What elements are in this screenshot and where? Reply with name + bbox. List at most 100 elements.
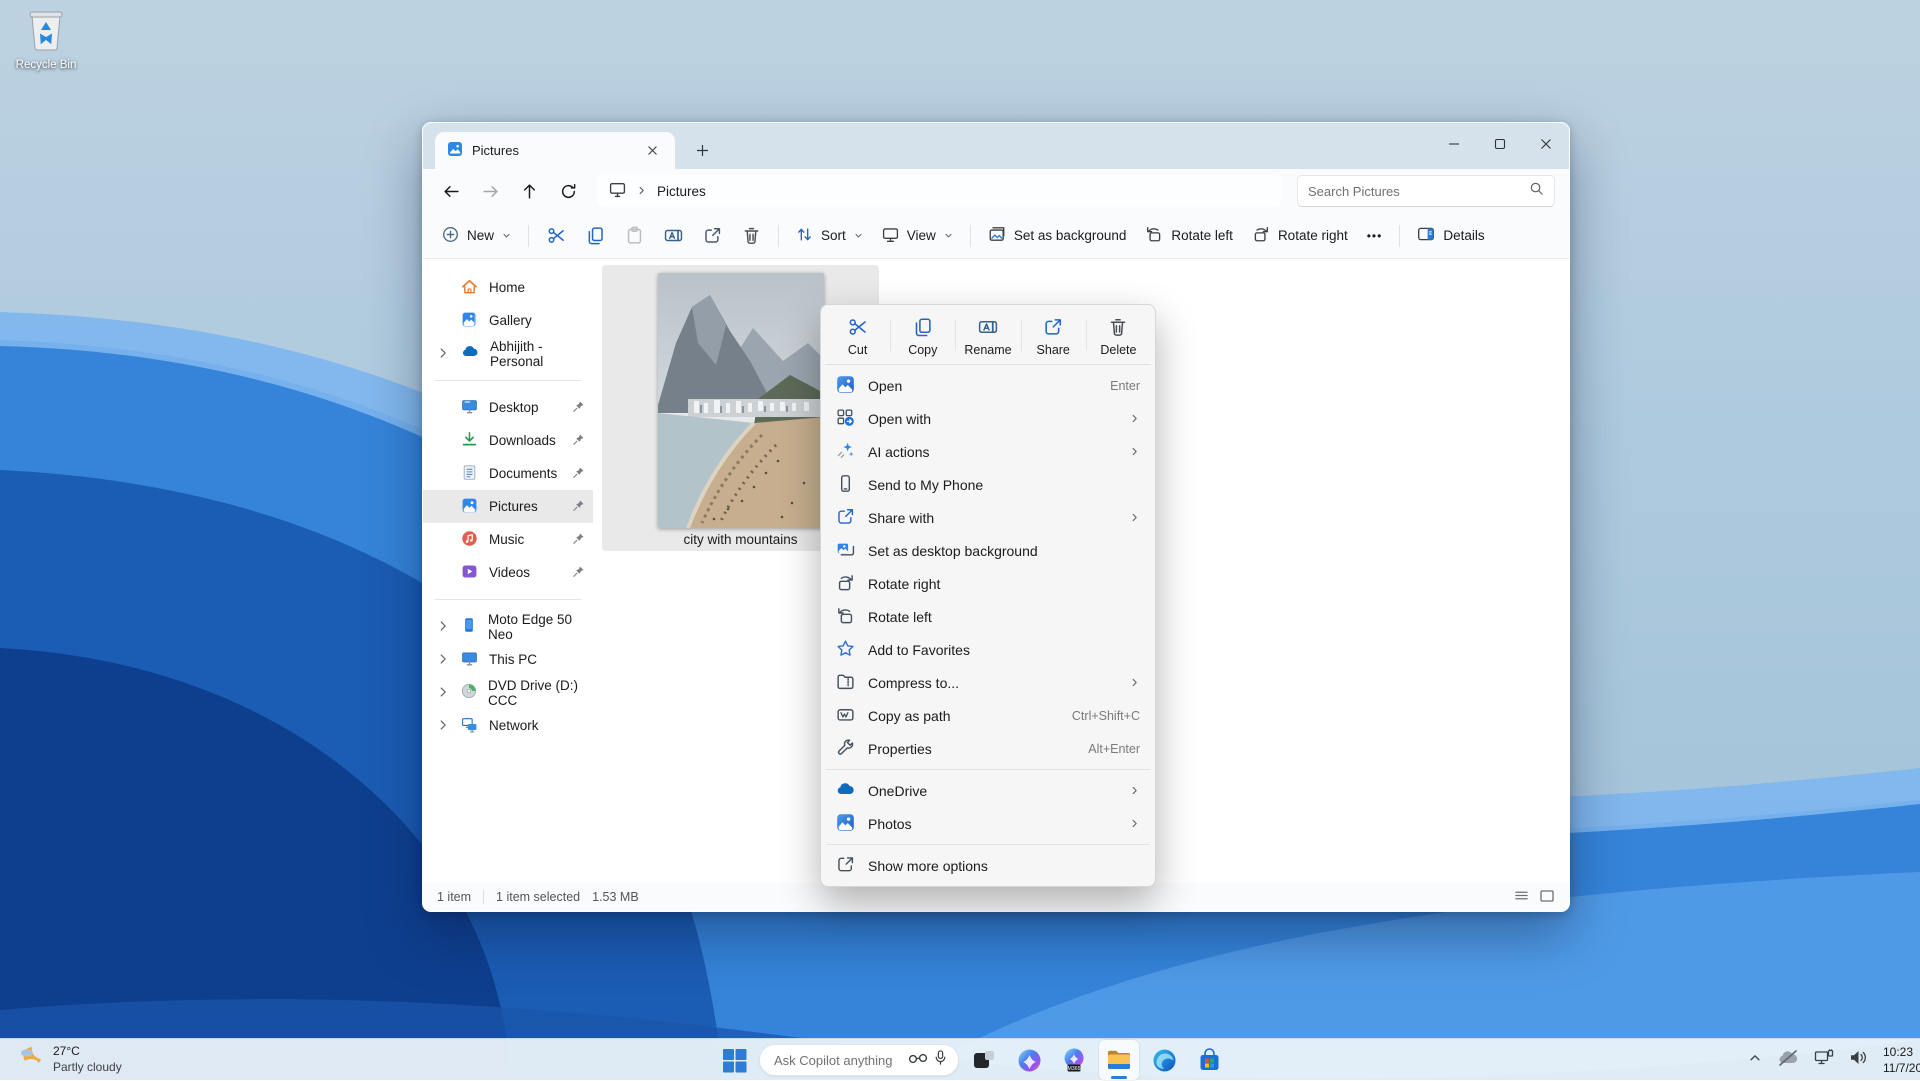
explorer-search[interactable]: [1297, 175, 1555, 207]
paste-button[interactable]: [615, 219, 653, 253]
desktop-background-icon: [836, 540, 855, 562]
new-button[interactable]: New: [433, 219, 520, 253]
onedrive-paused-icon[interactable]: [1777, 1050, 1799, 1071]
titlebar[interactable]: Pictures: [423, 123, 1569, 169]
details-button[interactable]: Details: [1408, 219, 1493, 253]
sidebar-item-pictures[interactable]: Pictures: [423, 490, 593, 523]
rotate-left-button[interactable]: Rotate left: [1136, 219, 1242, 253]
task-view-button[interactable]: [964, 1040, 1004, 1080]
menu-item-copy-as-path[interactable]: Copy as path Ctrl+Shift+C: [825, 699, 1151, 732]
sidebar-item-this-pc[interactable]: This PC: [423, 643, 593, 676]
breadcrumb-location[interactable]: Pictures: [657, 184, 706, 199]
sidebar-item-phone[interactable]: Moto Edge 50 Neo: [423, 610, 593, 643]
edge-button[interactable]: [1144, 1040, 1184, 1080]
rotate-right-button[interactable]: Rotate right: [1243, 219, 1357, 253]
cut-button[interactable]: [537, 219, 575, 253]
ai-sparkle-icon: [836, 441, 855, 463]
sidebar-item-videos[interactable]: Videos: [423, 556, 593, 589]
quick-copy-button[interactable]: Copy: [890, 309, 955, 364]
copy-button[interactable]: [576, 219, 614, 253]
up-button[interactable]: [511, 175, 548, 207]
menu-item-show-more-options[interactable]: Show more options: [825, 849, 1151, 882]
copy-path-icon: [836, 705, 855, 727]
file-explorer-button[interactable]: [1099, 1040, 1139, 1080]
chevron-right-icon: [436, 346, 450, 363]
menu-item-open-with[interactable]: Open with: [825, 402, 1151, 435]
microphone-icon[interactable]: [933, 1049, 948, 1071]
weather-widget[interactable]: 27°C Partly cloudy: [10, 1041, 128, 1079]
set-as-background-button[interactable]: Set as background: [979, 219, 1136, 253]
store-button[interactable]: [1189, 1040, 1229, 1080]
home-icon: [461, 278, 478, 298]
close-button[interactable]: [1523, 123, 1569, 165]
quick-cut-button[interactable]: Cut: [825, 309, 890, 364]
tab-close-button[interactable]: [639, 138, 665, 164]
quick-rename-button[interactable]: Rename: [955, 309, 1020, 364]
new-tab-button[interactable]: [687, 136, 717, 164]
star-icon: [836, 639, 855, 661]
rename-button[interactable]: [654, 219, 692, 253]
quick-delete-button[interactable]: Delete: [1086, 309, 1151, 364]
photos-app-icon: [836, 375, 855, 397]
taskbar: 27°C Partly cloudy M365: [0, 1038, 1920, 1080]
explorer-search-input[interactable]: [1308, 184, 1521, 199]
menu-item-add-to-favorites[interactable]: Add to Favorites: [825, 633, 1151, 666]
menu-item-ai-actions[interactable]: AI actions: [825, 435, 1151, 468]
quick-share-button[interactable]: Share: [1021, 309, 1086, 364]
dvd-disc-icon: [461, 683, 477, 702]
network-ethernet-icon[interactable]: [1814, 1049, 1834, 1072]
sidebar-item-dvd-drive[interactable]: DVD Drive (D:) CCC: [423, 676, 593, 709]
menu-item-send-to-phone[interactable]: Send to My Phone: [825, 468, 1151, 501]
sidebar-item-onedrive[interactable]: Abhijith - Personal: [423, 337, 593, 370]
volume-icon[interactable]: [1849, 1049, 1868, 1071]
refresh-button[interactable]: [550, 175, 587, 207]
tray-chevron-icon[interactable]: [1748, 1051, 1762, 1070]
view-button[interactable]: View: [873, 219, 962, 253]
compress-zip-icon: [836, 672, 855, 694]
recycle-bin[interactable]: Recycle Bin: [6, 8, 86, 71]
more-options-button[interactable]: •••: [1358, 219, 1392, 253]
desktop-icon: [461, 398, 478, 418]
sidebar-item-music[interactable]: Music: [423, 523, 593, 556]
sort-button[interactable]: Sort: [787, 219, 872, 253]
sidebar-item-documents[interactable]: Documents: [423, 457, 593, 490]
menu-item-set-desktop-background[interactable]: Set as desktop background: [825, 534, 1151, 567]
weather-temp: 27°C: [53, 1044, 122, 1060]
sidebar-item-home[interactable]: Home: [423, 271, 593, 304]
desktop: Recycle Bin Pictures: [0, 0, 1920, 1080]
menu-item-share-with[interactable]: Share with: [825, 501, 1151, 534]
menu-item-rotate-right[interactable]: Rotate right: [825, 567, 1151, 600]
minimize-button[interactable]: [1431, 123, 1477, 165]
chevron-down-icon: [854, 228, 863, 243]
details-view-button[interactable]: [1514, 888, 1529, 906]
menu-item-compress-to[interactable]: Compress to...: [825, 666, 1151, 699]
delete-button[interactable]: [732, 219, 770, 253]
tab-pictures[interactable]: Pictures: [435, 132, 675, 169]
thumbnail-view-button[interactable]: [1539, 888, 1555, 907]
menu-item-onedrive[interactable]: OneDrive: [825, 774, 1151, 807]
share-icon: [1043, 317, 1063, 340]
recycle-bin-label: Recycle Bin: [6, 59, 86, 71]
menu-item-open[interactable]: Open Enter: [825, 369, 1151, 402]
share-button[interactable]: [693, 219, 731, 253]
view-icon: [882, 226, 899, 246]
copilot-button[interactable]: [1009, 1040, 1049, 1080]
menu-item-properties[interactable]: Properties Alt+Enter: [825, 732, 1151, 765]
menu-item-rotate-left[interactable]: Rotate left: [825, 600, 1151, 633]
sidebar-divider: [435, 599, 581, 600]
m365-copilot-button[interactable]: M365: [1054, 1040, 1094, 1080]
maximize-button[interactable]: [1477, 123, 1523, 165]
breadcrumb[interactable]: Pictures: [597, 175, 1281, 207]
forward-button[interactable]: [472, 175, 509, 207]
back-button[interactable]: [433, 175, 470, 207]
clock[interactable]: 10:23 11/7/2025: [1883, 1044, 1920, 1076]
menu-item-photos[interactable]: Photos: [825, 807, 1151, 840]
start-button[interactable]: [714, 1040, 754, 1080]
sidebar-item-network[interactable]: Network: [423, 709, 593, 742]
sidebar-item-downloads[interactable]: Downloads: [423, 424, 593, 457]
taskbar-search[interactable]: [759, 1044, 959, 1076]
breadcrumb-chevron-icon: [636, 184, 647, 199]
copilot-search-input[interactable]: [774, 1053, 903, 1068]
sidebar-item-desktop[interactable]: Desktop: [423, 391, 593, 424]
sidebar-item-gallery[interactable]: Gallery: [423, 304, 593, 337]
